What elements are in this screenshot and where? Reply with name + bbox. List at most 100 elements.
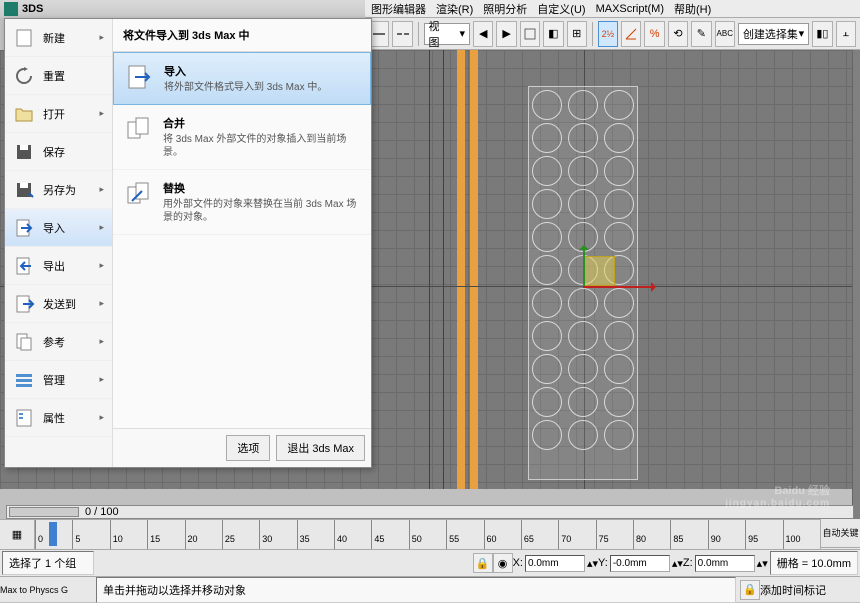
keymode-icon[interactable]: ◉ [493,553,513,573]
coord-y: Y:▴▾ [598,555,683,572]
x-field[interactable] [525,555,585,572]
merge-icon [125,115,153,143]
appmenu-footer: 选项 退出 3ds Max [113,428,371,467]
time-ruler[interactable]: ▦ 05101520253035404550556065707580859095… [0,519,820,549]
submenu-import[interactable]: 导入将外部文件格式导入到 3ds Max 中。 [113,52,371,105]
ruler-tick: 90 [708,520,745,549]
menu-help[interactable]: 帮助(H) [674,1,711,17]
anglesnap-icon[interactable] [621,21,641,47]
menu-saveas[interactable]: 另存为▸ [5,171,112,209]
import-icon [13,217,35,239]
box-icon[interactable] [520,21,540,47]
lock-icon[interactable]: 🔒 [473,553,493,573]
new-file-icon [13,27,35,49]
ruler-tick: 55 [446,520,483,549]
menu-lighting[interactable]: 照明分析 [483,1,527,17]
spinnersnap-icon[interactable]: ⟲ [668,21,688,47]
command-panel-edge[interactable] [852,50,860,519]
export-icon [13,255,35,277]
ruler-tick: 65 [521,520,558,549]
menu-save[interactable]: 保存 [5,133,112,171]
align-icon[interactable]: ⫠ [836,21,856,47]
ruler-tick: 85 [670,520,707,549]
commlock-icon[interactable]: 🔒 [740,580,760,600]
manage-icon [13,369,35,391]
guide-line [429,50,430,489]
reset-icon [13,65,35,87]
grid-readout: 栅格 = 10.0mm [770,551,858,575]
snap-icon[interactable]: ⊞ [567,21,587,47]
mirror-icon[interactable]: ▮▯ [812,21,832,47]
namedsel-abc-icon[interactable]: ABC [715,21,735,47]
ruler-tick: 25 [222,520,259,549]
appmenu-right-panel: 将文件导入到 3ds Max 中 导入将外部文件格式导入到 3ds Max 中。… [113,19,371,467]
menu-customize[interactable]: 自定义(U) [537,1,585,17]
menu-open[interactable]: 打开▸ [5,95,112,133]
selectionset-dropdown[interactable]: 创建选择集▾ [738,23,809,45]
ruler-tick: 5 [72,520,109,549]
menu-new[interactable]: 新建▸ [5,19,112,57]
ruler-tick: 70 [558,520,595,549]
menu-reset[interactable]: 重置 [5,57,112,95]
ruler-tick: 0 [35,520,72,549]
guide-line [443,50,444,489]
ruler-tick: 30 [259,520,296,549]
menu-sendto[interactable]: 发送到▸ [5,285,112,323]
link-icon[interactable] [369,21,389,47]
timeline-thumb[interactable] [9,507,79,517]
prompt-line: 单击并拖动以选择并移动对象 [96,577,736,603]
ruler-tick: 80 [633,520,670,549]
ruler-tick: 20 [185,520,222,549]
submenu-merge[interactable]: 合并将 3ds Max 外部文件的对象插入到当前场景。 [113,105,371,170]
prev-icon[interactable]: ◀ [473,21,493,47]
saveas-icon [13,179,35,201]
coord-x: X:▴▾ [513,555,598,572]
open-folder-icon [13,103,35,125]
unlink-icon[interactable] [392,21,412,47]
local-icon[interactable]: ◧ [543,21,563,47]
options-button[interactable]: 选项 [226,435,270,461]
add-timetag[interactable]: 添加时间标记 [760,582,860,598]
next-icon[interactable]: ▶ [496,21,516,47]
appmenu-header: 将文件导入到 3ds Max 中 [113,19,371,52]
ruler-tick: 95 [745,520,782,549]
y-field[interactable] [610,555,670,572]
section-bar [457,50,465,489]
z-field[interactable] [695,555,755,572]
menu-properties[interactable]: 属性▸ [5,399,112,437]
appmenu-left-column: 新建▸ 重置 打开▸ 保存 另存为▸ 导入▸ 导出▸ 发送到▸ [5,19,113,467]
frame-readout: 0 / 100 [85,506,119,518]
view-dropdown[interactable]: 视图▾ [424,23,471,45]
menu-reference[interactable]: 参考▸ [5,323,112,361]
exit-button[interactable]: 退出 3ds Max [276,435,365,461]
timeline-scrollbar[interactable]: 0 / 100 [6,505,854,519]
ruler-tick: 35 [297,520,334,549]
submenu-replace[interactable]: 替换用外部文件的对象来替换在当前 3ds Max 场景的对象。 [113,170,371,235]
menu-import[interactable]: 导入▸ [5,209,112,247]
autokey-button[interactable]: 自动关键 [821,519,860,548]
ruler-tick: 45 [371,520,408,549]
section-bar [470,50,478,489]
editnamed-icon[interactable]: ✎ [691,21,711,47]
percentsnap-icon[interactable]: % [644,21,664,47]
trackbar-toggle-icon[interactable]: ▦ [0,520,35,549]
ruler-tick: 50 [409,520,446,549]
app-title: 3DS [22,3,43,15]
selected-object[interactable] [528,86,638,480]
ruler-tick: 75 [596,520,633,549]
maxscript-field[interactable]: Max to Physcs G [0,585,92,595]
menu-graphics[interactable]: 图形编辑器 [371,1,426,17]
selection-status: 选择了 1 个组 [2,551,94,575]
toolbar: 视图▾ ◀ ▶ ◧ ⊞ 2½ % ⟲ ✎ ABC 创建选择集▾ ▮▯ ⫠ [365,18,860,50]
menu-maxscript[interactable]: MAXScript(M) [596,3,664,15]
ruler-tick: 10 [110,520,147,549]
coord-z: Z:▴▾ [683,555,768,572]
replace-icon [125,180,153,208]
menu-render[interactable]: 渲染(R) [436,1,473,17]
application-menu: 新建▸ 重置 打开▸ 保存 另存为▸ 导入▸ 导出▸ 发送到▸ [4,18,372,468]
menu-export[interactable]: 导出▸ [5,247,112,285]
sendto-icon [13,293,35,315]
snap2d-icon[interactable]: 2½ [598,21,618,47]
menu-manage[interactable]: 管理▸ [5,361,112,399]
app-icon [4,2,18,16]
